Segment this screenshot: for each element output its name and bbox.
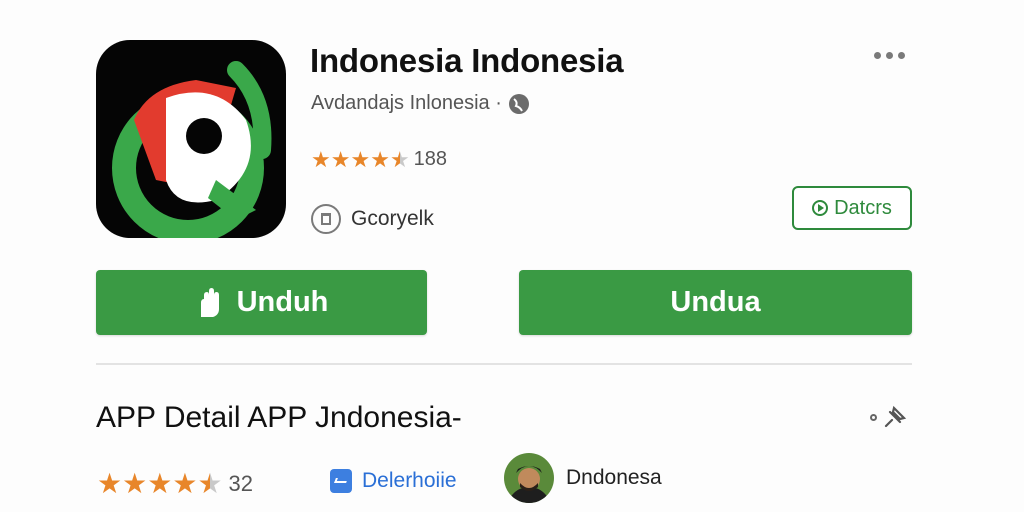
category-link[interactable]: Delerhoiie: [330, 469, 457, 493]
star-icon: ★: [350, 146, 371, 172]
star-icon: ★: [330, 146, 351, 172]
section-title: APP Detail APP Jndonesia-: [96, 401, 462, 434]
star-icon: ★: [370, 146, 390, 172]
globe-icon: [508, 93, 530, 115]
install-button-primary-label: Unduh: [236, 286, 329, 318]
pin-icon: [884, 405, 907, 428]
star-icon: ★: [172, 468, 198, 499]
hand-download-icon: [200, 287, 219, 317]
publisher-name: Dndonesa: [566, 466, 662, 489]
bottom-rating: ★ ★ ★ ★ ★ 32: [97, 470, 253, 498]
dot-icon: [870, 413, 877, 421]
play-circle-icon: [812, 200, 829, 216]
category-icon: [330, 469, 352, 493]
app-subtitle: Avdandajs Inlonesia ·: [311, 92, 530, 115]
app-rating: ★ ★ ★ ★ ★ 188: [311, 148, 447, 171]
publisher-link[interactable]: Dndonesa: [504, 453, 662, 503]
app-subtitle-text: Avdandajs Inlonesia ·: [311, 92, 502, 114]
divider: [96, 363, 912, 365]
developer-name[interactable]: Gcoryelk: [351, 207, 434, 231]
developer-badge-icon: [311, 204, 341, 234]
star-icon: ★: [147, 468, 173, 499]
star-half-icon: ★: [389, 146, 410, 172]
more-horizontal-icon[interactable]: [874, 52, 905, 59]
bottom-rating-count: 32: [228, 471, 254, 496]
app-icon: [96, 40, 286, 238]
avatar: [504, 453, 554, 503]
install-button-secondary[interactable]: Undua: [519, 270, 912, 335]
install-button-secondary-label: Undua: [670, 286, 761, 318]
star-icon: ★: [97, 468, 123, 499]
rating-stars: ★ ★ ★ ★ ★: [97, 470, 223, 498]
category-label: Delerhoiie: [362, 469, 457, 492]
star-half-icon: ★: [197, 468, 223, 499]
section-action[interactable]: [870, 404, 908, 430]
developer-row[interactable]: Gcoryelk: [311, 204, 434, 234]
details-button[interactable]: Datcrs: [792, 186, 912, 230]
rating-count: 188: [413, 148, 448, 170]
star-icon: ★: [311, 146, 331, 172]
install-button-primary[interactable]: Unduh: [96, 270, 427, 335]
rating-stars: ★ ★ ★ ★ ★: [311, 146, 410, 172]
app-title: Indonesia Indonesia: [310, 42, 624, 79]
star-icon: ★: [122, 468, 148, 499]
details-button-label: Datcrs: [834, 196, 892, 219]
